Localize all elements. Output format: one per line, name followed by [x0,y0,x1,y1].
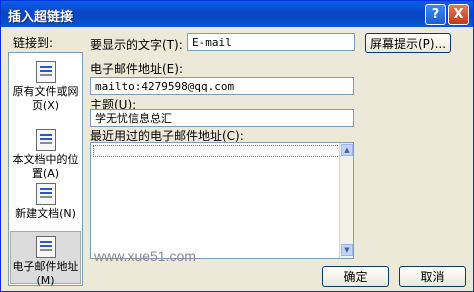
link-item-label: 电子邮件地址 [12,260,79,273]
scrollbar[interactable]: ▲ ▼ [339,143,353,258]
link-item-email-address[interactable]: 电子邮件地址 (M) [10,231,81,287]
link-item-label-2: (M) [36,274,55,287]
link-item-label: 新建文档(N) [15,207,76,220]
insert-hyperlink-dialog: 插入超链接 ? X 链接到: 原有文件或网 页(X) 本文档中的位 置(A) 新… [0,0,474,292]
title-bar: 插入超链接 ? X [1,1,473,27]
close-button[interactable]: X [448,4,469,25]
web-page-icon [35,61,56,83]
link-item-new-document[interactable]: 新建文档(N) [10,183,81,221]
scroll-up-icon[interactable]: ▲ [341,144,353,156]
email-address-input[interactable]: mailto:4279598@qq.com [90,77,354,95]
screentip-button[interactable]: 屏幕提示(P)... [365,33,451,53]
link-to-label: 链接到: [13,36,54,50]
help-button[interactable]: ? [425,4,446,25]
link-item-label: 本文档中的位 [12,153,79,166]
new-document-icon [35,183,56,205]
link-item-existing-file[interactable]: 原有文件或网 页(X) [10,61,81,113]
link-item-label: 原有文件或网 [12,85,79,98]
list-item[interactable] [93,145,340,157]
display-text-label: 要显示的文字(T): [90,38,183,52]
link-item-place-in-document[interactable]: 本文档中的位 置(A) [10,129,81,181]
link-item-label-2: 页(X) [31,99,60,112]
ok-button[interactable]: 确定 [322,266,389,287]
email-address-label: 电子邮件地址(E): [90,62,183,76]
document-place-icon [35,129,56,151]
watermark: www.xue51.com [94,248,196,264]
cancel-button[interactable]: 取消 [399,266,466,287]
link-to-bar: 原有文件或网 页(X) 本文档中的位 置(A) 新建文档(N) 电子邮件地址 (… [8,52,83,287]
dialog-title: 插入超链接 [8,10,74,25]
display-text-input[interactable]: E-mail [187,33,355,51]
recent-addresses-list[interactable]: ▲ ▼ [90,142,354,259]
email-icon [35,236,56,258]
subject-input[interactable]: 学无忧信息总汇 [90,109,354,127]
scroll-down-icon[interactable]: ▼ [341,244,353,256]
link-item-label-2: 置(A) [31,167,60,180]
